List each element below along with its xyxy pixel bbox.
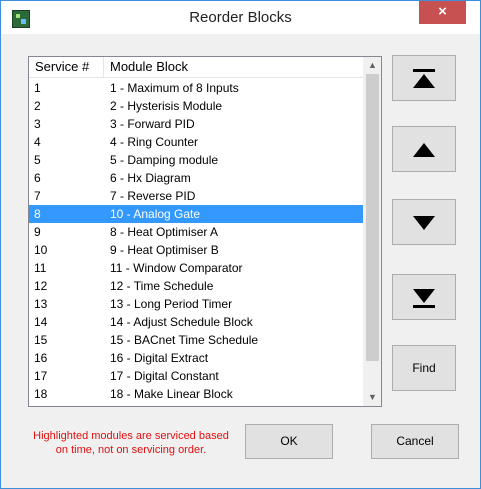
service-number-cell: 4 <box>34 135 41 149</box>
service-number-cell: 14 <box>34 315 48 329</box>
move-up-icon <box>413 143 435 157</box>
module-block-cell: 9 - Heat Optimiser B <box>110 243 219 257</box>
table-row[interactable]: 9 8 - Heat Optimiser A <box>29 223 363 241</box>
service-number-cell: 8 <box>34 207 41 221</box>
service-number-cell: 7 <box>34 189 41 203</box>
table-row[interactable]: 5 5 - Damping module <box>29 151 363 169</box>
module-block-cell: 6 - Hx Diagram <box>110 171 191 185</box>
scroll-down-arrow-icon[interactable]: ▼ <box>364 389 381 406</box>
module-block-cell: 5 - Damping module <box>110 153 219 167</box>
service-number-cell: 2 <box>34 99 41 113</box>
service-number-cell: 3 <box>34 117 41 131</box>
table-row[interactable]: 8 10 - Analog Gate <box>29 205 363 223</box>
close-button[interactable]: × <box>419 1 466 24</box>
module-block-cell: 17 - Digital Constant <box>110 369 219 383</box>
module-block-cell: 14 - Adjust Schedule Block <box>110 315 253 329</box>
module-block-cell: 2 - Hysterisis Module <box>110 99 223 113</box>
service-number-cell: 15 <box>34 333 48 347</box>
column-header-service[interactable]: Service # <box>29 57 104 77</box>
service-number-cell: 12 <box>34 279 48 293</box>
ok-button[interactable]: OK <box>245 424 333 459</box>
table-row[interactable]: 10 9 - Heat Optimiser B <box>29 241 363 259</box>
module-block-cell: 16 - Digital Extract <box>110 351 209 365</box>
module-block-cell: 15 - BACnet Time Schedule <box>110 333 259 347</box>
column-header-module[interactable]: Module Block <box>104 57 363 77</box>
service-number-cell: 18 <box>34 387 48 401</box>
scroll-up-arrow-icon[interactable]: ▲ <box>364 57 381 74</box>
move-to-bottom-button[interactable] <box>392 274 456 320</box>
vertical-scrollbar[interactable]: ▲ ▼ <box>363 57 381 406</box>
table-row[interactable]: 1 1 - Maximum of 8 Inputs <box>29 79 363 97</box>
service-number-cell: 10 <box>34 243 48 257</box>
service-number-cell: 6 <box>34 171 41 185</box>
service-number-cell: 5 <box>34 153 41 167</box>
module-list[interactable]: Service # Module Block 1 1 - Maximum of 8… <box>28 56 382 407</box>
module-block-cell: 8 - Heat Optimiser A <box>110 225 219 239</box>
table-row[interactable]: 6 6 - Hx Diagram <box>29 169 363 187</box>
module-block-cell: 12 - Time Schedule <box>110 279 214 293</box>
service-number-cell: 9 <box>34 225 41 239</box>
table-row[interactable]: 4 4 - Ring Counter <box>29 133 363 151</box>
module-block-cell: 7 - Reverse PID <box>110 189 196 203</box>
table-row[interactable]: 15 15 - BACnet Time Schedule <box>29 331 363 349</box>
module-block-cell: 1 - Maximum of 8 Inputs <box>110 81 239 95</box>
service-number-cell: 17 <box>34 369 48 383</box>
list-header: Service # Module Block <box>29 57 363 78</box>
service-number-cell: 1 <box>34 81 41 95</box>
cancel-button[interactable]: Cancel <box>371 424 459 459</box>
table-row[interactable]: 16 16 - Digital Extract <box>29 349 363 367</box>
move-to-top-button[interactable] <box>392 55 456 101</box>
table-row[interactable]: 3 3 - Forward PID <box>29 115 363 133</box>
title-bar: Reorder Blocks × <box>1 1 480 34</box>
module-block-cell: 13 - Long Period Timer <box>110 297 233 311</box>
table-row[interactable]: 2 2 - Hysterisis Module <box>29 97 363 115</box>
move-down-button[interactable] <box>392 199 456 245</box>
move-down-icon <box>413 216 435 230</box>
scrollbar-thumb[interactable] <box>366 74 379 361</box>
table-row[interactable]: 18 18 - Make Linear Block <box>29 385 363 403</box>
module-block-cell: 3 - Forward PID <box>110 117 195 131</box>
module-block-cell: 10 - Analog Gate <box>110 207 201 221</box>
table-row[interactable]: 12 12 - Time Schedule <box>29 277 363 295</box>
table-row[interactable]: 13 13 - Long Period Timer <box>29 295 363 313</box>
table-row[interactable]: 7 7 - Reverse PID <box>29 187 363 205</box>
service-number-cell: 11 <box>34 261 47 275</box>
table-row[interactable]: 14 14 - Adjust Schedule Block <box>29 313 363 331</box>
window-title: Reorder Blocks <box>189 9 292 26</box>
find-button[interactable]: Find <box>392 345 456 391</box>
service-number-cell: 13 <box>34 297 48 311</box>
list-rows: 1 1 - Maximum of 8 Inputs 2 2 - Hysterisis … <box>29 79 363 403</box>
service-number-cell: 16 <box>34 351 48 365</box>
table-row[interactable]: 11 11 - Window Comparator <box>29 259 363 277</box>
highlight-note: Highlighted modules are serviced based o… <box>33 430 229 456</box>
reorder-blocks-dialog: Reorder Blocks × Service # Module Block … <box>0 0 481 489</box>
table-row[interactable]: 17 17 - Digital Constant <box>29 367 363 385</box>
module-block-cell: 11 - Window Comparator <box>110 261 243 275</box>
module-block-cell: 4 - Ring Counter <box>110 135 199 149</box>
module-block-cell: 18 - Make Linear Block <box>110 387 233 401</box>
move-up-button[interactable] <box>392 126 456 172</box>
